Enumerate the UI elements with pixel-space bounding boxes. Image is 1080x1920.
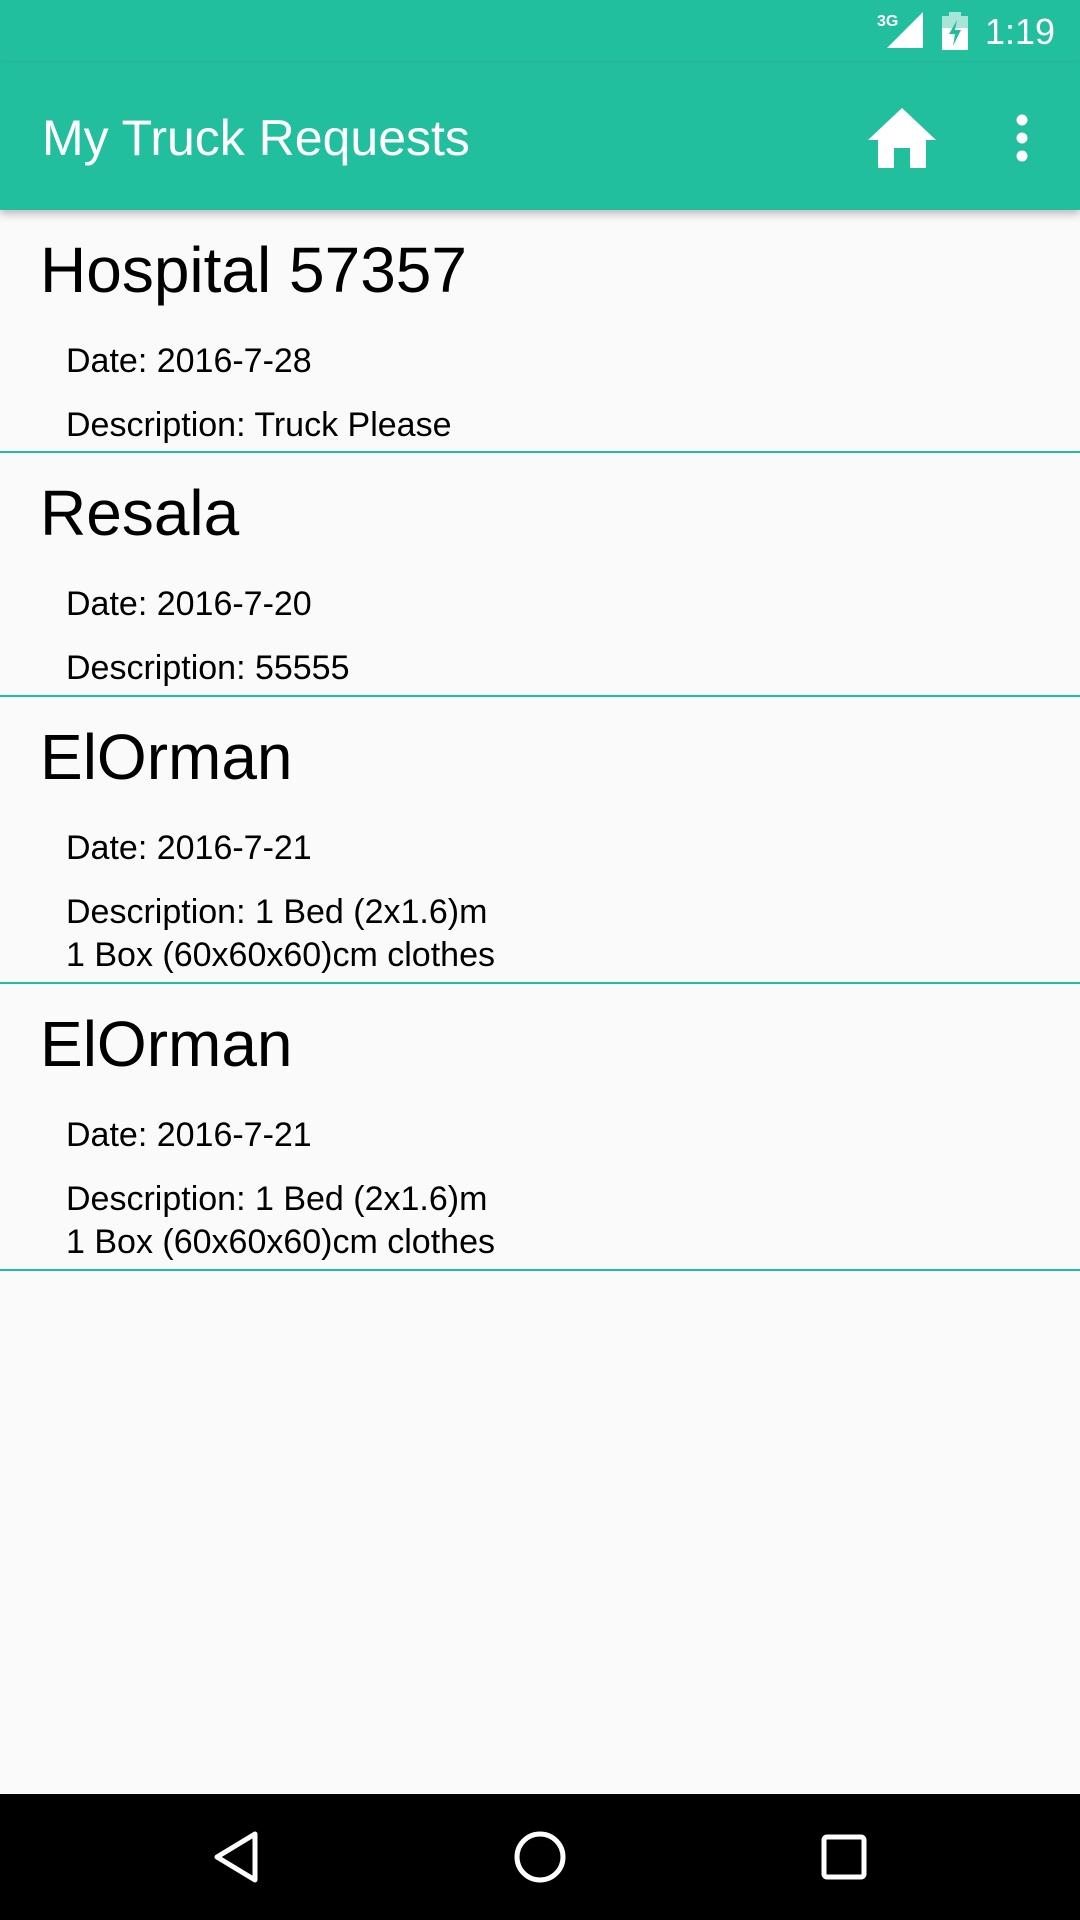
home-circle-icon [514, 1831, 566, 1883]
request-description: Description: Truck Please [66, 406, 452, 444]
page-title: My Truck Requests [42, 110, 470, 166]
nav-back-button[interactable] [196, 1817, 276, 1897]
request-date: Date: 2016-7-28 [66, 342, 312, 380]
home-icon [868, 108, 936, 168]
system-nav-bar [0, 1794, 1080, 1920]
request-description: Description: 55555 [66, 649, 350, 687]
request-name: Resala [40, 477, 240, 549]
svg-text:3G: 3G [877, 13, 898, 30]
home-button[interactable] [854, 96, 950, 180]
list-item[interactable]: Hospital 57357 Date: 2016-7-28 Descripti… [0, 210, 1080, 453]
list-item[interactable]: Resala Date: 2016-7-20 Description: 5555… [0, 453, 1080, 697]
status-clock: 1:19 [985, 11, 1056, 52]
overflow-menu-icon [1016, 114, 1028, 162]
list-item[interactable]: ElOrman Date: 2016-7-21 Description: 1 B… [0, 984, 1080, 1271]
battery-charging-icon [942, 12, 968, 50]
nav-home-button[interactable] [500, 1817, 580, 1897]
request-name: ElOrman [40, 721, 293, 793]
screen: 3G 1:19 My Truck Requests Hospital 57357… [0, 0, 1080, 1920]
list-item[interactable]: ElOrman Date: 2016-7-21 Description: 1 B… [0, 697, 1080, 984]
back-icon [214, 1831, 258, 1883]
overflow-menu-button[interactable] [990, 96, 1054, 180]
app-bar: My Truck Requests [0, 63, 1080, 210]
recents-icon [821, 1834, 867, 1880]
request-date: Date: 2016-7-21 [66, 1116, 312, 1154]
nav-recents-button[interactable] [804, 1817, 884, 1897]
request-date: Date: 2016-7-21 [66, 829, 312, 867]
request-date: Date: 2016-7-20 [66, 585, 312, 623]
request-description: Description: 1 Bed (2x1.6)m 1 Box (60x60… [66, 1180, 495, 1261]
request-name: Hospital 57357 [40, 234, 467, 306]
request-list: Hospital 57357 Date: 2016-7-28 Descripti… [0, 210, 1080, 1271]
signal-3g-icon: 3G [877, 12, 923, 48]
status-bar: 3G 1:19 [0, 0, 1080, 63]
request-name: ElOrman [40, 1008, 293, 1080]
request-description: Description: 1 Bed (2x1.6)m 1 Box (60x60… [66, 893, 495, 974]
